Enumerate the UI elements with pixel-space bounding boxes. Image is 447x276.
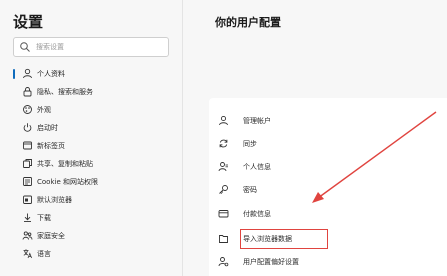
- sidebar-item-label: 下载: [37, 214, 51, 222]
- sidebar-item-share-copy-paste[interactable]: 共享、复制和粘贴: [13, 155, 178, 173]
- language-icon: [22, 248, 33, 259]
- annotation-highlight-box: [240, 229, 328, 249]
- card-icon: [218, 208, 229, 219]
- search-icon: [19, 41, 31, 53]
- sidebar-item-cookies[interactable]: Cookie 和网站权限: [13, 173, 178, 191]
- sidebar-item-downloads[interactable]: 下载: [13, 209, 178, 227]
- sidebar-item-startup[interactable]: 启动时: [13, 119, 178, 137]
- sidebar-item-appearance[interactable]: 外观: [13, 101, 178, 119]
- menu-item-label: 个人信息: [243, 163, 271, 171]
- search-settings-input[interactable]: [36, 40, 162, 54]
- settings-sidebar: 设置 个人资料 隐私、搜索和服务 外观 启动时 新标签页: [0, 0, 183, 276]
- passwords-item[interactable]: 密码: [218, 180, 428, 200]
- payment-info-item[interactable]: 付款信息: [218, 204, 428, 224]
- sidebar-item-new-tab[interactable]: 新标签页: [13, 137, 178, 155]
- family-icon: [22, 230, 33, 241]
- sync-icon: [218, 138, 229, 149]
- sidebar-item-label: 隐私、搜索和服务: [37, 88, 93, 96]
- profile-prefs-icon: [218, 256, 229, 267]
- sync-item[interactable]: 同步: [218, 134, 428, 154]
- import-icon: [218, 233, 229, 244]
- menu-item-label: 同步: [243, 140, 257, 148]
- active-indicator: [13, 69, 15, 79]
- appearance-icon: [22, 104, 33, 115]
- sidebar-item-label: 启动时: [37, 124, 58, 132]
- sidebar-item-label: 默认浏览器: [37, 196, 72, 204]
- sidebar-item-label: 外观: [37, 106, 51, 114]
- profile-preferences-item[interactable]: 用户配置偏好设置: [218, 252, 428, 272]
- browser-icon: [22, 194, 33, 205]
- page-title: 你的用户配置: [215, 16, 281, 29]
- download-icon: [22, 212, 33, 223]
- sidebar-title: 设置: [13, 13, 44, 31]
- menu-item-label: 用户配置偏好设置: [243, 258, 299, 266]
- personal-info-icon: [218, 161, 229, 172]
- sidebar-item-label: 家庭安全: [37, 232, 65, 240]
- sidebar-item-label: 新标签页: [37, 142, 65, 150]
- lock-icon: [22, 86, 33, 97]
- sidebar-item-label: 个人资料: [37, 70, 65, 78]
- cookie-icon: [22, 176, 33, 187]
- sidebar-item-default-browser[interactable]: 默认浏览器: [13, 191, 178, 209]
- new-tab-icon: [22, 140, 33, 151]
- share-icon: [22, 158, 33, 169]
- sidebar-item-label: 共享、复制和粘贴: [37, 160, 93, 168]
- personal-info-item[interactable]: 个人信息: [218, 157, 428, 177]
- search-settings-box[interactable]: [13, 37, 169, 57]
- sidebar-item-profiles[interactable]: 个人资料: [13, 65, 178, 83]
- menu-item-label: 密码: [243, 186, 257, 194]
- power-icon: [22, 122, 33, 133]
- sidebar-item-languages[interactable]: 语言: [13, 245, 178, 263]
- menu-item-label: 付款信息: [243, 210, 271, 218]
- menu-item-label: 管理帐户: [243, 117, 271, 125]
- manage-account-item[interactable]: 管理帐户: [218, 111, 428, 131]
- manage-account-icon: [218, 115, 229, 126]
- person-icon: [22, 68, 33, 79]
- sidebar-item-label: 语言: [37, 250, 51, 258]
- sidebar-item-privacy[interactable]: 隐私、搜索和服务: [13, 83, 178, 101]
- sidebar-item-family-safety[interactable]: 家庭安全: [13, 227, 178, 245]
- sidebar-item-label: Cookie 和网站权限: [37, 178, 98, 186]
- key-icon: [218, 184, 229, 195]
